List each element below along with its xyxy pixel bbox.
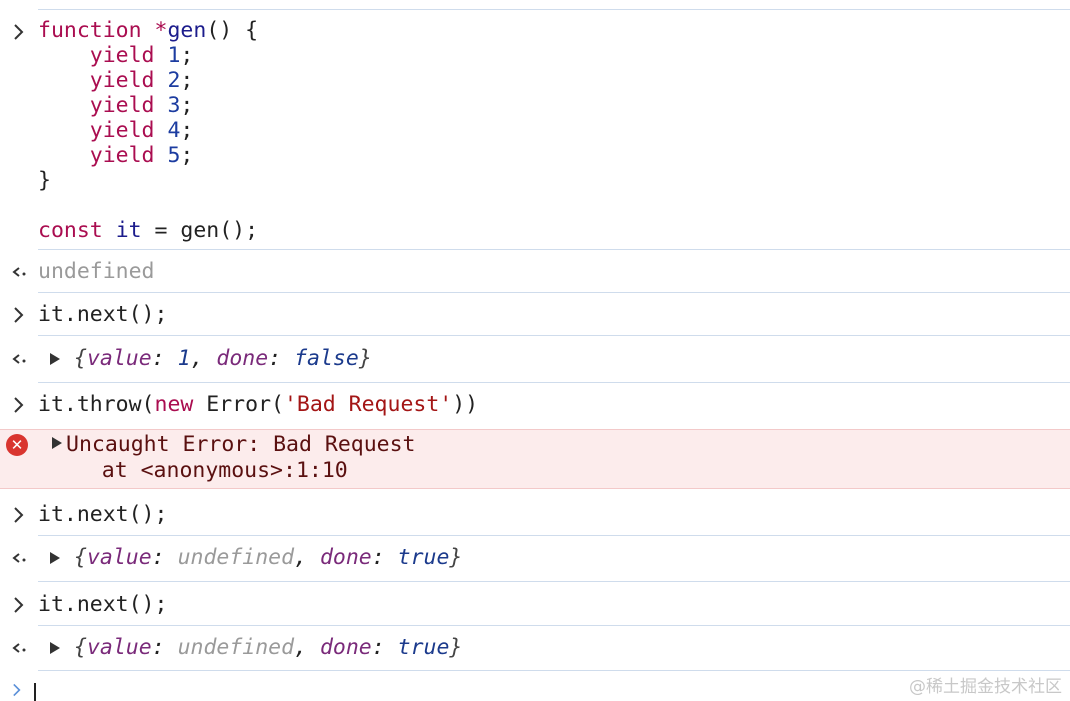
code-input[interactable]: it.next();	[38, 502, 167, 527]
separator	[38, 249, 1070, 250]
result-object[interactable]: {value: 1, done: false}	[74, 346, 372, 371]
devtools-console: function *gen() { yield 1; yield 2; yiel…	[0, 0, 1070, 701]
result-object[interactable]: {value: undefined, done: true}	[74, 545, 462, 570]
code-input[interactable]: it.throw(new Error('Bad Request'))	[38, 392, 478, 417]
separator	[38, 535, 1070, 536]
input-prompt-icon	[14, 397, 24, 413]
separator	[38, 670, 1070, 671]
separator	[38, 382, 1070, 383]
code-input[interactable]: it.next();	[38, 592, 167, 617]
error-icon: ✕	[6, 434, 28, 456]
console-input-caret[interactable]	[34, 683, 36, 701]
input-prompt-icon	[14, 307, 24, 323]
code-input[interactable]: it.next();	[38, 302, 167, 327]
separator	[38, 625, 1070, 626]
input-prompt-icon	[14, 24, 24, 40]
output-return-icon	[12, 267, 26, 277]
separator	[38, 581, 1070, 582]
output-return-icon	[12, 643, 26, 653]
separator	[38, 9, 1070, 10]
expand-triangle-icon[interactable]	[52, 437, 62, 449]
input-prompt-icon	[14, 507, 24, 523]
expand-triangle-icon[interactable]	[50, 642, 60, 654]
output-return-icon	[12, 354, 26, 364]
expand-triangle-icon[interactable]	[50, 353, 60, 365]
result-value: undefined	[38, 259, 155, 284]
separator	[38, 292, 1070, 293]
expand-triangle-icon[interactable]	[50, 552, 60, 564]
code-input[interactable]: function *gen() { yield 1; yield 2; yiel…	[38, 18, 258, 243]
error-stack-line: at <anonymous>:1:10	[50, 458, 348, 483]
result-object[interactable]: {value: undefined, done: true}	[74, 635, 462, 660]
output-return-icon	[12, 553, 26, 563]
separator	[38, 335, 1070, 336]
input-prompt-icon	[14, 597, 24, 613]
watermark: @稀土掘金技术社区	[909, 677, 1062, 697]
error-title: Uncaught Error: Bad Request	[66, 432, 416, 457]
console-prompt-icon	[13, 683, 21, 697]
